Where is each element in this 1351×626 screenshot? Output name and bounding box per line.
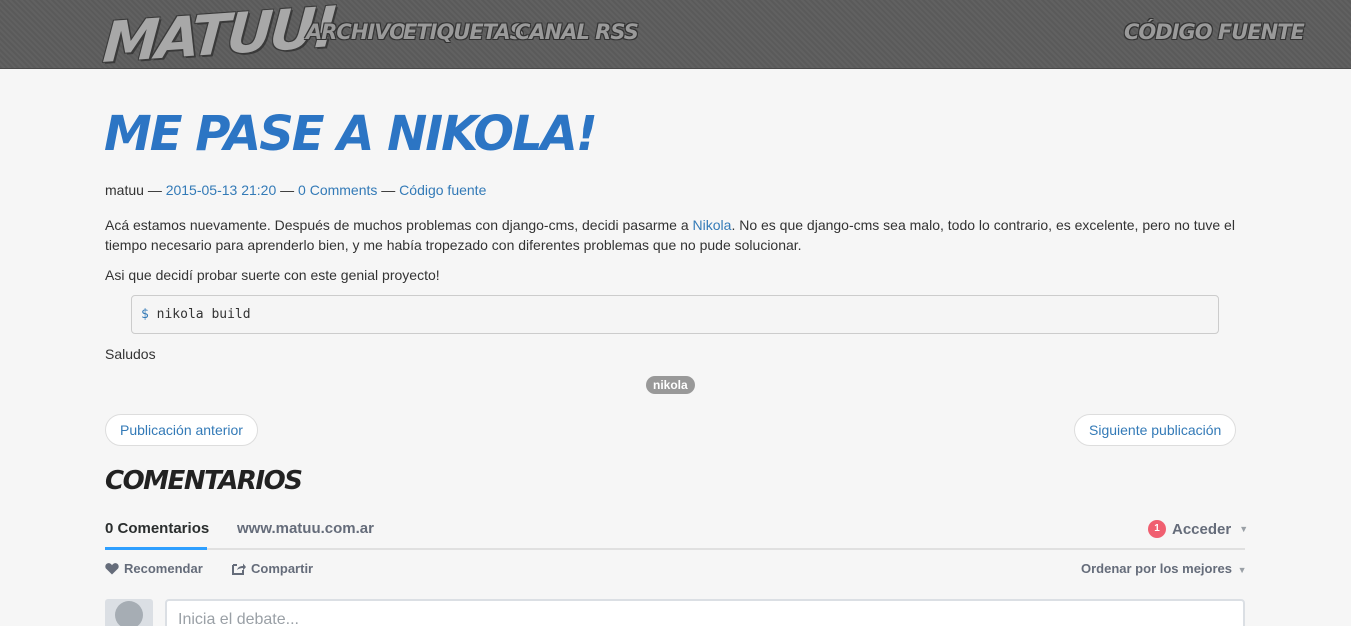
active-tab-indicator: [105, 547, 207, 550]
tag-nikola[interactable]: nikola: [646, 376, 695, 394]
site-logo[interactable]: MATUU!: [101, 0, 338, 76]
comments-heading: COMENTARIOS: [105, 466, 303, 496]
post-paragraph-1: Acá estamos nuevamente. Después de mucho…: [105, 215, 1245, 255]
nav-canal-rss[interactable]: CANAL RSS: [515, 20, 639, 44]
code-command: nikola build: [156, 307, 251, 322]
post-paragraph-3: Saludos: [105, 346, 156, 362]
post-author: matuu: [105, 182, 144, 198]
paragraph-text: Acá estamos nuevamente. Después de mucho…: [105, 217, 693, 233]
login-menu[interactable]: 1 Acceder ▼: [1148, 520, 1248, 538]
previous-post-button[interactable]: Publicación anterior: [105, 414, 258, 446]
next-post-button[interactable]: Siguiente publicación: [1074, 414, 1237, 446]
comments-tabs-divider: [105, 548, 1245, 550]
login-label: Acceder: [1172, 520, 1232, 538]
chevron-down-icon: ▼: [1237, 565, 1247, 575]
sort-label: Ordenar por los mejores: [1081, 561, 1232, 576]
chevron-down-icon: ▼: [1239, 524, 1249, 534]
nikola-link[interactable]: Nikola: [693, 217, 732, 233]
comment-input[interactable]: Inicia el debate...: [165, 599, 1245, 626]
nav-codigo-fuente[interactable]: CÓDIGO FUENTE: [1124, 20, 1305, 44]
recommend-label: Recomendar: [124, 561, 203, 576]
avatar-placeholder-icon: [115, 601, 143, 626]
sort-dropdown[interactable]: Ordenar por los mejores ▼: [1081, 561, 1247, 576]
top-navbar: MATUU! ARCHIVO ETIQUETAS CANAL RSS CÓDIG…: [0, 0, 1351, 76]
post-date-link[interactable]: 2015-05-13 21:20: [166, 182, 277, 198]
notification-badge: 1: [1148, 520, 1166, 538]
share-icon: [232, 563, 246, 575]
post-comments-link[interactable]: 0 Comments: [298, 182, 377, 198]
meta-separator: —: [147, 182, 162, 198]
share-button[interactable]: Compartir: [232, 561, 313, 576]
meta-separator: —: [280, 182, 295, 198]
nav-archivo[interactable]: ARCHIVO: [306, 20, 407, 44]
post-paragraph-2: Asi que decidí probar suerte con este ge…: [105, 267, 440, 283]
code-block: $ nikola build: [131, 295, 1219, 334]
heart-icon: [105, 563, 119, 575]
meta-separator: —: [381, 182, 396, 198]
share-label: Compartir: [251, 561, 314, 576]
post-meta: matuu — 2015-05-13 21:20 — 0 Comments — …: [105, 182, 486, 198]
tab-site[interactable]: www.matuu.com.ar: [237, 520, 374, 537]
avatar: [105, 599, 153, 626]
post-source-link[interactable]: Código fuente: [399, 182, 486, 198]
nav-etiquetas[interactable]: ETIQUETAS: [403, 20, 525, 44]
tab-comments-count[interactable]: 0 Comentarios: [105, 520, 209, 537]
post-title[interactable]: ME PASE A NIKOLA!: [104, 108, 598, 161]
code-prompt: $: [141, 307, 149, 322]
recommend-button[interactable]: Recomendar: [105, 561, 203, 576]
